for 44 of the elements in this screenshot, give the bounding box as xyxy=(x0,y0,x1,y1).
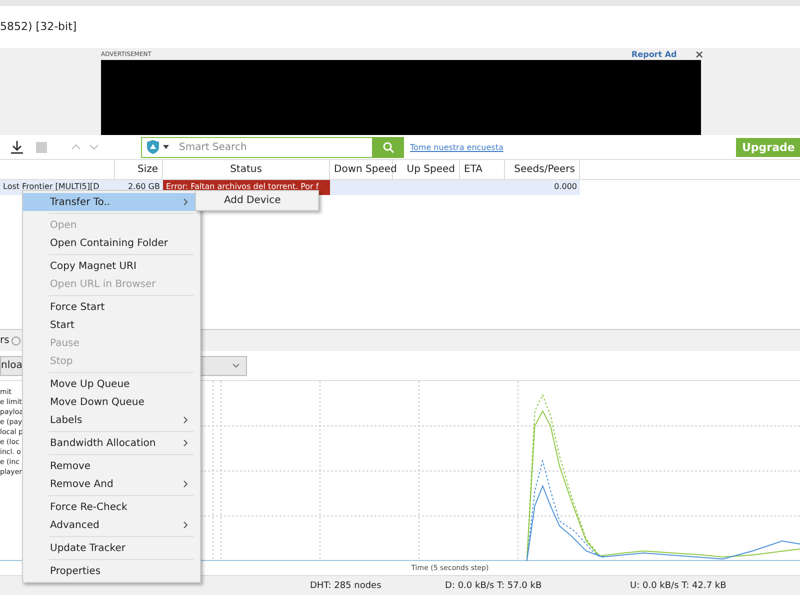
menu-item[interactable]: Move Up Queue xyxy=(23,375,200,393)
shield-icon xyxy=(147,140,159,154)
menu-item[interactable]: Remove And xyxy=(23,475,200,493)
table-cell-text: 0.000 xyxy=(553,181,578,193)
report-ad-link[interactable]: Report Ad xyxy=(632,50,677,58)
column-header[interactable]: Status xyxy=(163,160,330,179)
menu-item[interactable]: Move Down Queue xyxy=(23,393,200,411)
chevron-right-icon xyxy=(183,480,188,488)
search-icon xyxy=(382,142,394,152)
search-bar[interactable]: Smart Search xyxy=(141,136,404,158)
upload-status: U: 0.0 kB/s T: 42.7 kB xyxy=(630,580,728,590)
table-cell-text: 2.60 GB xyxy=(126,181,161,193)
menu-item[interactable]: Properties xyxy=(23,562,200,580)
menu-item[interactable]: Force Start xyxy=(23,298,200,316)
search-button[interactable] xyxy=(372,136,404,158)
menu-item[interactable]: Start xyxy=(23,316,200,334)
menu-item[interactable]: Add Device xyxy=(196,191,318,210)
column-header[interactable]: Size xyxy=(115,160,163,179)
table-cell-text: Lost Frontier [MULTI5][D xyxy=(2,181,100,193)
chevron-right-icon xyxy=(183,198,188,206)
chevron-right-icon xyxy=(183,439,188,447)
close-ad-button[interactable]: × xyxy=(694,48,704,60)
menu-item[interactable]: Advanced xyxy=(23,516,200,534)
caret-icon xyxy=(232,363,240,368)
menu-item[interactable]: Update Tracker xyxy=(23,539,200,557)
chevron-right-icon xyxy=(183,521,188,529)
menu-item[interactable]: Bandwidth Allocation xyxy=(23,434,200,452)
menu-item[interactable]: Labels xyxy=(23,411,200,429)
menu-item[interactable]: Open Containing Folder xyxy=(23,234,200,252)
survey-link[interactable]: Tome nuestra encuesta xyxy=(410,142,504,152)
chevron-right-icon xyxy=(183,416,188,424)
column-header[interactable]: ETA xyxy=(460,160,505,179)
window-title: 5852) [32-bit] xyxy=(0,20,77,33)
menu-item[interactable]: Remove xyxy=(23,457,200,475)
menu-item[interactable]: Force Re-Check xyxy=(23,498,200,516)
menu-item[interactable]: Copy Magnet URI xyxy=(23,257,200,275)
stop-icon[interactable] xyxy=(36,142,47,152)
dht-status: DHT: 285 nodes xyxy=(309,580,382,590)
column-header[interactable]: Seeds/Peers xyxy=(505,160,580,179)
circle-icon xyxy=(11,336,22,346)
download-status: D: 0.0 kB/s T: 57.0 kB xyxy=(444,580,543,590)
download-icon[interactable] xyxy=(10,140,24,154)
tab-label[interactable]: rs xyxy=(0,335,10,346)
caret-icon[interactable] xyxy=(163,145,169,149)
